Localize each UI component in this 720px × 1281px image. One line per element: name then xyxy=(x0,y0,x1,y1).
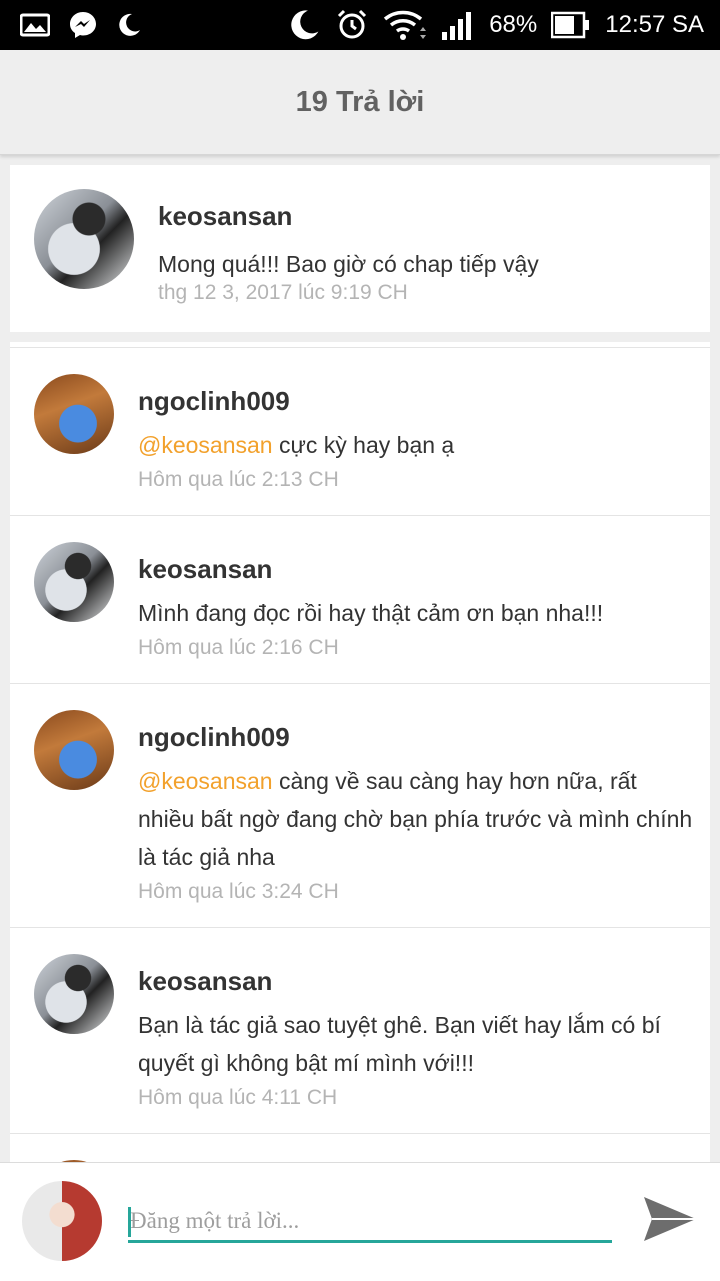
avatar[interactable] xyxy=(34,374,114,454)
reply-username[interactable]: ngoclinh009 xyxy=(138,386,290,417)
clock: 12:57 SA xyxy=(605,11,704,38)
reply-text: cực kỳ hay bạn ạ xyxy=(272,432,455,458)
list-item xyxy=(10,1133,710,1162)
moon-icon xyxy=(287,8,321,42)
comment-message: Mong quá!!! Bao giờ có chap tiếp vậy xyxy=(158,251,539,277)
mention-link[interactable]: @keosansan xyxy=(138,768,273,794)
mention-link[interactable]: @keosansan xyxy=(138,432,273,458)
comment-timestamp: thg 12 3, 2017 lúc 9:19 CH xyxy=(158,281,408,304)
replies-list: ngoclinh009 @keosansan cực kỳ hay bạn ạ … xyxy=(10,342,710,1162)
reply-input[interactable] xyxy=(128,1201,612,1243)
reply-username[interactable]: ngoclinh009 xyxy=(138,722,290,753)
reply-message: Mình đang đọc rồi hay thật cảm ơn bạn nh… xyxy=(138,594,698,632)
reply-timestamp: Hôm qua lúc 2:16 CH xyxy=(138,636,339,659)
moon-icon xyxy=(116,12,142,38)
avatar[interactable] xyxy=(34,954,114,1034)
reply-message: Bạn là tác giả sao tuyệt ghê. Bạn viết h… xyxy=(138,1006,698,1082)
wifi-icon xyxy=(383,9,427,41)
status-bar: 68% 12:57 SA xyxy=(0,0,720,50)
reply-username[interactable]: keosansan xyxy=(138,554,272,585)
avatar[interactable] xyxy=(34,542,114,622)
reply-username[interactable]: keosansan xyxy=(138,966,272,997)
comment-username[interactable]: keosansan xyxy=(158,201,292,232)
list-item: keosansan Mình đang đọc rồi hay thật cảm… xyxy=(10,515,710,683)
reply-message: @keosansan cực kỳ hay bạn ạ xyxy=(138,426,698,464)
battery-percent: 68% xyxy=(489,11,538,38)
reply-composer xyxy=(0,1162,720,1281)
reply-message: @keosansan càng về sau càng hay hơn nữa,… xyxy=(138,762,698,876)
app-header: 19 Trả lời xyxy=(0,50,720,155)
gallery-icon xyxy=(20,13,50,37)
messenger-icon xyxy=(68,10,98,40)
current-user-avatar xyxy=(22,1181,102,1261)
text-cursor xyxy=(128,1207,131,1237)
battery-icon xyxy=(551,11,591,39)
main-comment-card: keosansan Mong quá!!! Bao giờ có chap ti… xyxy=(10,165,710,332)
reply-text: Mình đang đọc rồi hay thật cảm ơn bạn nh… xyxy=(138,600,604,626)
alarm-icon xyxy=(335,8,369,42)
reply-timestamp: Hôm qua lúc 2:13 CH xyxy=(138,468,339,491)
avatar[interactable] xyxy=(34,189,134,289)
list-item: ngoclinh009 @keosansan càng về sau càng … xyxy=(10,683,710,927)
reply-timestamp: Hôm qua lúc 3:24 CH xyxy=(138,880,339,903)
page-title: 19 Trả lời xyxy=(295,85,425,118)
list-item: ngoclinh009 @keosansan cực kỳ hay bạn ạ … xyxy=(10,347,710,515)
reply-timestamp: Hôm qua lúc 4:11 CH xyxy=(138,1086,338,1109)
signal-icon xyxy=(441,10,475,40)
list-item: keosansan Bạn là tác giả sao tuyệt ghê. … xyxy=(10,927,710,1133)
reply-text: Bạn là tác giả sao tuyệt ghê. Bạn viết h… xyxy=(138,1012,661,1076)
send-icon xyxy=(642,1193,698,1250)
send-button[interactable] xyxy=(640,1193,700,1249)
avatar[interactable] xyxy=(34,710,114,790)
